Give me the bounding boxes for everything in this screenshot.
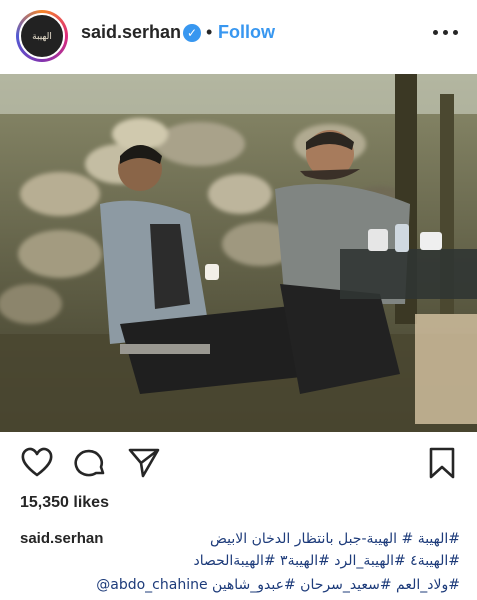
- caption-username[interactable]: said.serhan: [20, 528, 103, 550]
- avatar-logo-text: الهيبة: [32, 32, 52, 42]
- post-header: الهيبة said.serhan ✓ • Follow: [0, 0, 477, 74]
- more-options-icon[interactable]: [433, 22, 459, 42]
- comment-icon[interactable]: [73, 446, 107, 478]
- bookmark-icon[interactable]: [427, 446, 457, 480]
- heart-icon[interactable]: [20, 446, 54, 478]
- mention-link[interactable]: @abdo_chahine: [96, 577, 207, 593]
- caption-hashtags-line-2[interactable]: #الهيبة٤ #الهيبة_الرد #الهيبة٣ #الهيبةال…: [193, 550, 460, 572]
- separator-dot: •: [206, 22, 213, 42]
- caption-line-3: #ولاد_العم #سعيد_سرحان #عبدو_شاهين @abdo…: [96, 574, 460, 596]
- follow-button[interactable]: Follow: [218, 22, 275, 43]
- photo-illustration: [0, 74, 477, 432]
- avatar[interactable]: الهيبة: [19, 13, 65, 59]
- header-username[interactable]: said.serhan: [81, 22, 181, 43]
- action-bar: [0, 440, 477, 484]
- caption-hashtags-line-3[interactable]: #ولاد_العم #سعيد_سرحان #عبدو_شاهين: [212, 577, 460, 593]
- likes-count[interactable]: 15,350 likes: [20, 494, 109, 512]
- caption-line-1: #الهيبة # الهيبة-جبل بانتظار الدخان الاب…: [209, 531, 460, 547]
- story-ring[interactable]: الهيبة: [16, 10, 68, 62]
- post-photo[interactable]: [0, 74, 477, 432]
- share-icon[interactable]: [127, 446, 161, 478]
- verified-badge-icon: ✓: [183, 24, 201, 42]
